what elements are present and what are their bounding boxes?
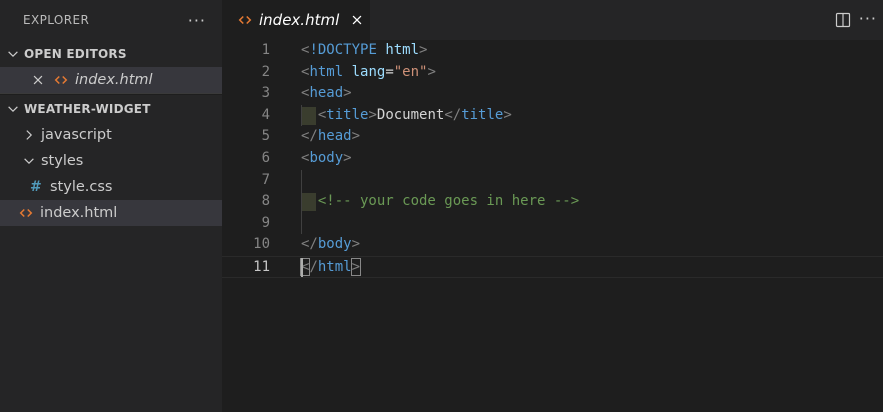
explorer-header: EXPLORER ··· <box>0 0 222 40</box>
folder-label: javascript <box>41 127 112 143</box>
chevron-down-icon <box>8 50 18 57</box>
code-line: 4 <title>Document</title> <box>222 105 883 127</box>
code-editor[interactable]: 1 <!DOCTYPE html> 2 <html lang="en"> 3 <… <box>222 40 883 412</box>
html-icon <box>238 15 252 25</box>
doctype-token: !DOCTYPE <box>309 42 377 58</box>
close-icon[interactable] <box>350 13 364 27</box>
line-number: 4 <box>261 106 270 123</box>
code-line: 3 <head> <box>222 83 883 105</box>
bracket-match: > <box>350 258 362 276</box>
tab-label: index.html <box>259 11 340 29</box>
tag-name: title <box>461 106 504 123</box>
open-editors-title: OPEN EDITORS <box>24 46 127 61</box>
close-icon[interactable] <box>31 73 45 87</box>
open-editor-item[interactable]: index.html <box>0 67 222 94</box>
tag-name: html <box>309 63 344 80</box>
folder-label: styles <box>41 153 84 169</box>
file-label: style.css <box>50 179 113 195</box>
vscode-window: EXPLORER ··· OPEN EDITORS index.html WEA… <box>0 0 883 412</box>
open-editor-label: index.html <box>75 72 153 88</box>
tree-folder-styles[interactable]: styles <box>0 148 222 174</box>
line-number: 5 <box>261 128 270 145</box>
css-hash-icon: # <box>30 179 42 195</box>
line-number: 3 <box>261 85 270 102</box>
tag-name: body <box>317 236 352 253</box>
text-cursor <box>301 258 303 277</box>
code-line-current: 11 </html> <box>222 256 883 278</box>
doctype-html-token: html <box>385 42 420 58</box>
code-line: 8 <!-- your code goes in here --> <box>222 191 883 213</box>
workspace-title: WEATHER-WIDGET <box>24 101 151 116</box>
line-number-active: 11 <box>253 259 270 275</box>
open-editors-header[interactable]: OPEN EDITORS <box>0 40 222 67</box>
code-line: 9 <box>222 213 883 235</box>
split-editor-icon[interactable] <box>835 12 851 28</box>
tag-name: body <box>309 150 344 166</box>
line-number: 8 <box>261 193 270 210</box>
code-line: 1 <!DOCTYPE html> <box>222 40 883 62</box>
tag-name: html <box>317 259 352 275</box>
line-number: 1 <box>261 42 270 58</box>
code-line: 5 </head> <box>222 126 883 148</box>
tab-bar: index.html ··· <box>222 0 883 40</box>
html-icon <box>19 208 33 218</box>
line-number: 2 <box>261 63 270 80</box>
chevron-right-icon <box>26 130 33 140</box>
attr-value: "en" <box>393 63 428 80</box>
tag-name: title <box>326 106 369 123</box>
chevron-down-icon <box>24 158 34 165</box>
explorer-sidebar: EXPLORER ··· OPEN EDITORS index.html WEA… <box>0 0 222 412</box>
more-actions-icon[interactable]: ··· <box>188 11 206 30</box>
explorer-title: EXPLORER <box>23 13 90 27</box>
code-comment: <!-- your code goes in here --> <box>317 193 580 210</box>
code-line: 7 <box>222 170 883 192</box>
line-number: 9 <box>261 214 270 231</box>
tag-name: head <box>317 128 352 145</box>
tree-folder-javascript[interactable]: javascript <box>0 122 222 148</box>
line-number: 10 <box>253 236 270 253</box>
more-actions-icon[interactable]: ··· <box>859 9 877 28</box>
chevron-down-icon <box>8 105 18 112</box>
tree-file-style-css[interactable]: # style.css <box>0 174 222 200</box>
title-text: Document <box>376 106 445 123</box>
code-line: 2 <html lang="en"> <box>222 62 883 84</box>
tree-file-index-html[interactable]: index.html <box>0 200 222 226</box>
file-label: index.html <box>40 205 118 221</box>
tag-name: head <box>309 85 344 102</box>
attr-name: lang <box>351 63 386 80</box>
editor-area: index.html ··· 1 <!DOCTYPE html> 2 <html… <box>222 0 883 412</box>
workspace-header[interactable]: WEATHER-WIDGET <box>0 94 222 122</box>
tab-index-html[interactable]: index.html <box>222 0 370 40</box>
code-line: 6 <body> <box>222 148 883 170</box>
line-number: 6 <box>261 150 270 166</box>
html-icon <box>54 75 68 85</box>
line-number: 7 <box>261 171 270 188</box>
code-line: 10 </body> <box>222 234 883 256</box>
